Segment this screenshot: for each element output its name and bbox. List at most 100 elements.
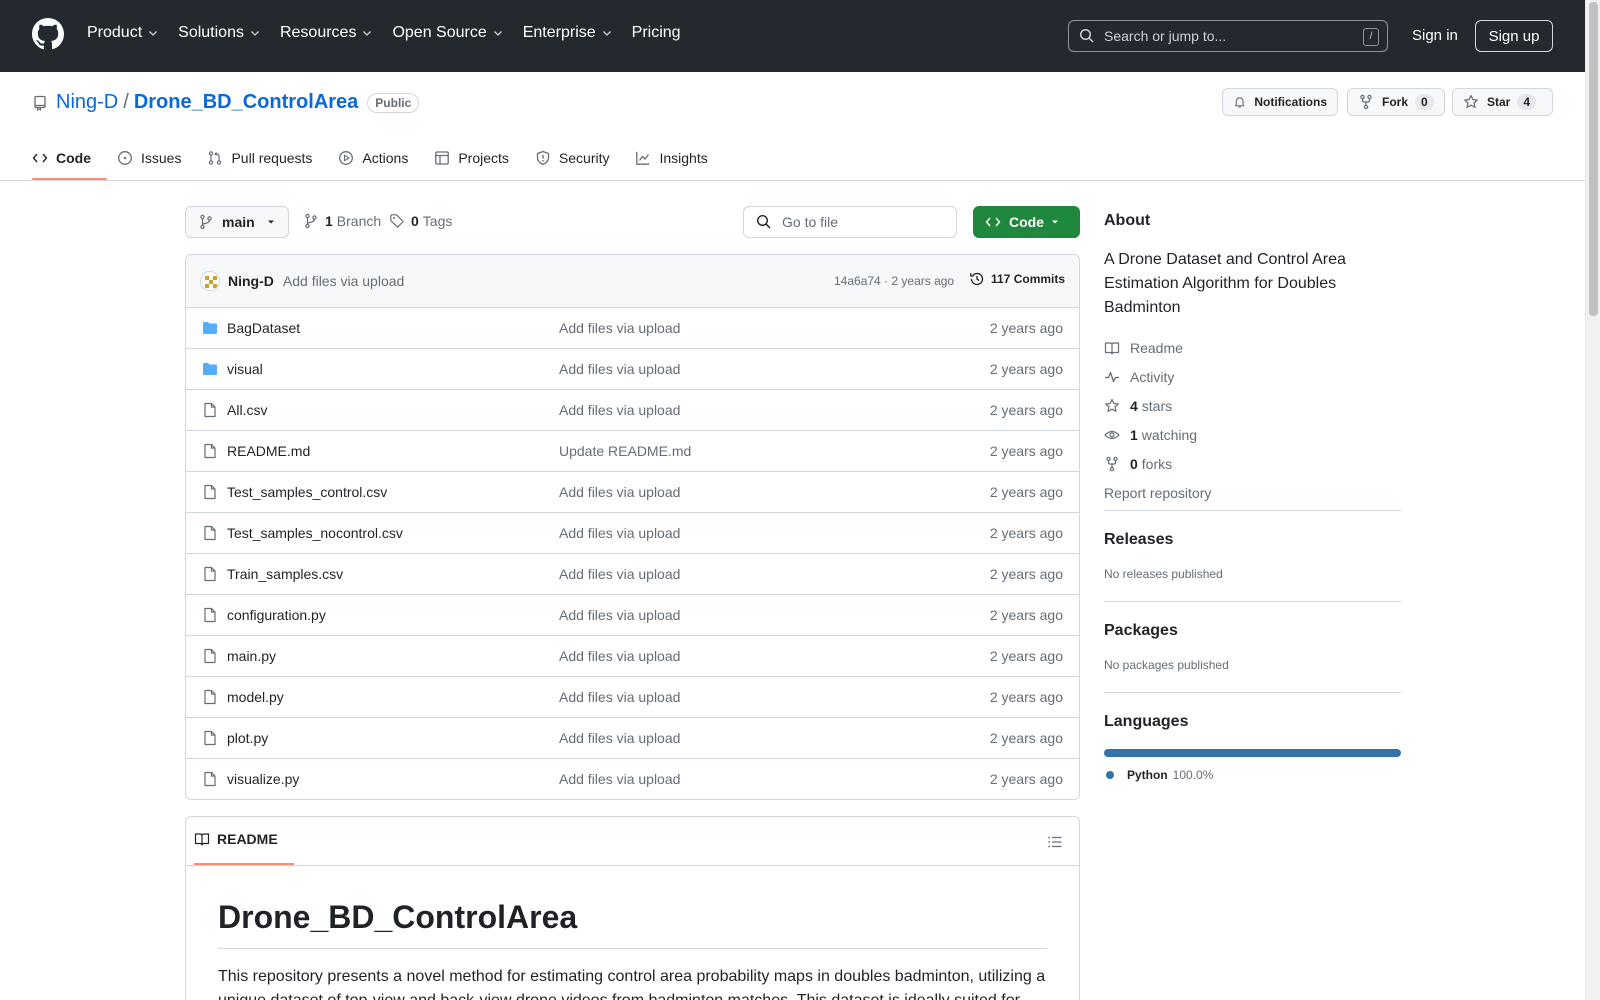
tab-actions[interactable]: Actions	[338, 143, 408, 173]
nav-pricing[interactable]: Pricing	[632, 24, 681, 42]
commit-hash-and-date[interactable]: 14a6a74 · 2 years ago	[834, 274, 954, 288]
file-commit-message-link[interactable]: Update README.md	[559, 443, 691, 459]
file-commit-message-link[interactable]: Add files via upload	[559, 525, 680, 541]
file-row[interactable]: visual Add files via upload 2 years ago	[186, 349, 1079, 390]
language-item[interactable]: Python 100.0%	[1104, 768, 1401, 782]
tags-link[interactable]: 0 Tags	[389, 213, 452, 229]
nav-enterprise[interactable]: Enterprise	[523, 24, 613, 42]
readme-tab-indicator	[194, 863, 294, 865]
branches-link[interactable]: 1 Branch	[303, 213, 381, 229]
file-icon	[204, 402, 216, 418]
file-row[interactable]: BagDataset Add files via upload 2 years ag…	[186, 308, 1079, 349]
file-commit-message-link[interactable]: Add files via upload	[559, 361, 680, 377]
file-commit-message-link[interactable]: Add files via upload	[559, 730, 680, 746]
file-row[interactable]: visualize.py Add files via upload 2 years …	[186, 759, 1079, 799]
language-color-dot	[1106, 771, 1114, 779]
branch-name: main	[222, 214, 255, 230]
releases-heading[interactable]: Releases	[1104, 531, 1401, 549]
file-commit-message-link[interactable]: Add files via upload	[559, 566, 680, 582]
file-commit-message-link[interactable]: Add files via upload	[559, 402, 680, 418]
about-heading: About	[1104, 212, 1151, 229]
file-name-link[interactable]: Train_samples.csv	[227, 566, 343, 582]
file-commit-date: 2 years ago	[989, 361, 1063, 377]
global-header: Product Solutions Resources Open Source …	[0, 0, 1600, 72]
activity-link[interactable]: Activity	[1104, 368, 1401, 385]
file-name-link[interactable]: visual	[227, 361, 263, 377]
file-name-link[interactable]: plot.py	[227, 730, 268, 746]
nav-open-source-label: Open Source	[392, 24, 487, 41]
file-row[interactable]: main.py Add files via upload 2 years ago	[186, 636, 1079, 677]
readme-link[interactable]: Readme	[1104, 339, 1401, 356]
file-row[interactable]: README.md Update README.md 2 years ago	[186, 431, 1079, 472]
tab-security[interactable]: Security	[535, 143, 609, 173]
file-row[interactable]: Test_samples_control.csv Add files via up…	[186, 472, 1079, 513]
github-logo-icon[interactable]	[32, 18, 64, 50]
file-row[interactable]: model.py Add files via upload 2 years ago	[186, 677, 1079, 718]
fork-button[interactable]: Fork 0	[1347, 88, 1445, 116]
repo-name-link[interactable]: Drone_BD_ControlArea	[134, 91, 358, 114]
sign-up-button[interactable]: Sign up	[1475, 20, 1553, 52]
file-row[interactable]: Train_samples.csv Add files via upload 2 y…	[186, 554, 1079, 595]
chevron-down-icon	[602, 31, 611, 36]
readme-tab[interactable]: README	[194, 831, 278, 847]
tab-projects[interactable]: Projects	[434, 143, 509, 173]
nav-resources[interactable]: Resources	[280, 24, 373, 42]
tab-code[interactable]: Code	[32, 143, 91, 173]
report-repository-link[interactable]: Report repository	[1104, 484, 1401, 501]
list-icon[interactable]	[1047, 834, 1063, 850]
file-name-link[interactable]: README.md	[227, 443, 310, 459]
star-button[interactable]: Star 4	[1452, 88, 1553, 116]
file-row[interactable]: Test_samples_nocontrol.csv Add files via …	[186, 513, 1079, 554]
stars-link[interactable]: 4 stars	[1104, 397, 1401, 414]
notifications-label: Notifications	[1254, 95, 1327, 109]
readme-tab-label: README	[217, 831, 278, 847]
file-name-link[interactable]: configuration.py	[227, 607, 326, 623]
packages-heading[interactable]: Packages	[1104, 622, 1401, 640]
readme-panel: README Drone_BD_ControlArea This reposit…	[185, 816, 1080, 1000]
file-name-link[interactable]: main.py	[227, 648, 276, 664]
go-to-file-input[interactable]: Go to file	[743, 206, 957, 238]
file-commit-message-link[interactable]: Add files via upload	[559, 771, 680, 787]
fork-count: 0	[1415, 94, 1434, 110]
branch-selector[interactable]: main	[185, 206, 289, 238]
commit-message-link[interactable]: Add files via upload	[283, 273, 404, 289]
visibility-badge: Public	[367, 92, 420, 113]
file-commit-message-link[interactable]: Add files via upload	[559, 484, 680, 500]
search-input[interactable]: Search or jump to... /	[1068, 20, 1388, 52]
forks-link[interactable]: 0 forks	[1104, 455, 1401, 472]
file-commit-message-link[interactable]: Add files via upload	[559, 689, 680, 705]
bell-icon	[1234, 97, 1245, 108]
page-scrollbar[interactable]	[1585, 0, 1600, 1000]
tab-issues-label: Issues	[141, 150, 182, 166]
code-dropdown-button[interactable]: Code	[973, 206, 1080, 238]
file-commit-message-link[interactable]: Add files via upload	[559, 648, 680, 664]
repo-owner-link[interactable]: Ning-D	[56, 91, 118, 114]
file-commit-message-link[interactable]: Add files via upload	[559, 320, 680, 336]
file-name-link[interactable]: visualize.py	[227, 771, 299, 787]
watching-link[interactable]: 1 watching	[1104, 426, 1401, 443]
file-commit-message-link[interactable]: Add files via upload	[559, 607, 680, 623]
commits-history-link[interactable]: 117 Commits	[969, 271, 1065, 287]
scrollbar-thumb[interactable]	[1589, 2, 1598, 316]
repo-path-separator: /	[123, 91, 129, 113]
languages-section: Languages Python 100.0%	[1104, 692, 1401, 782]
nav-open-source[interactable]: Open Source	[392, 24, 503, 42]
file-name-link[interactable]: model.py	[227, 689, 284, 705]
tab-insights[interactable]: Insights	[635, 143, 708, 173]
sign-in-link[interactable]: Sign in	[1412, 27, 1458, 44]
commit-author-link[interactable]: Ning-D	[228, 273, 274, 289]
nav-product[interactable]: Product	[87, 24, 159, 42]
file-row[interactable]: All.csv Add files via upload 2 years ago	[186, 390, 1079, 431]
file-row[interactable]: plot.py Add files via upload 2 years ago	[186, 718, 1079, 759]
tab-pull-requests[interactable]: Pull requests	[207, 143, 312, 173]
notifications-button[interactable]: Notifications	[1222, 88, 1338, 116]
file-name-link[interactable]: Test_samples_nocontrol.csv	[227, 525, 403, 541]
forks-count: 0	[1130, 455, 1138, 472]
tab-issues[interactable]: Issues	[117, 143, 181, 173]
avatar[interactable]	[200, 271, 220, 291]
file-name-link[interactable]: Test_samples_control.csv	[227, 484, 387, 500]
nav-solutions[interactable]: Solutions	[178, 24, 261, 42]
file-name-link[interactable]: BagDataset	[227, 320, 300, 336]
file-name-link[interactable]: All.csv	[227, 402, 267, 418]
file-row[interactable]: configuration.py Add files via upload 2 ye…	[186, 595, 1079, 636]
